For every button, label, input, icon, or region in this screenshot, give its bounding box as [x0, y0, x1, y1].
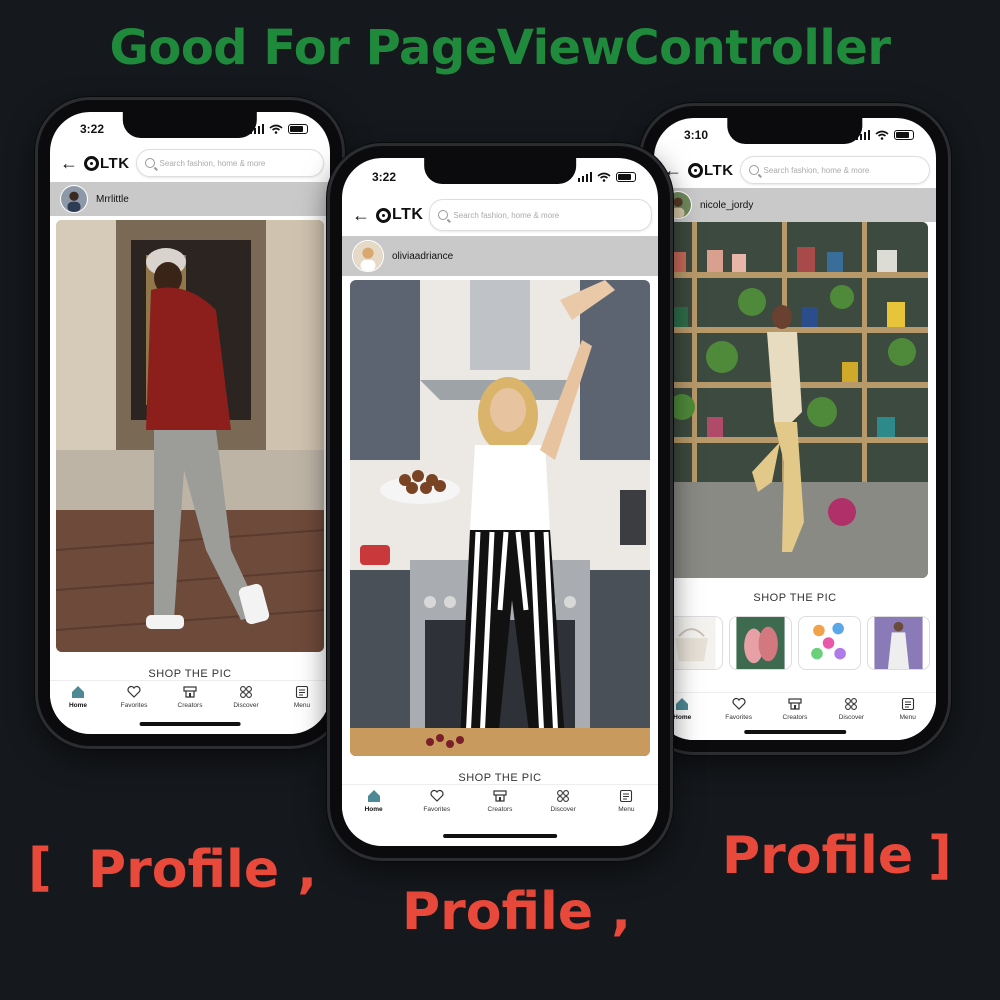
- shop-the-pic-label: SHOP THE PIC: [458, 772, 542, 782]
- search-icon: [144, 158, 155, 168]
- search-placeholder: Search fashion, home & more: [763, 165, 870, 175]
- creator-header[interactable]: nicole_jordy: [654, 188, 936, 222]
- menu-icon: [620, 789, 633, 803]
- status-time: 3:10: [684, 128, 709, 142]
- heart-icon: [430, 789, 444, 802]
- storefront-icon: [493, 790, 507, 802]
- grid-icon: [557, 790, 570, 802]
- product-thumb[interactable]: [867, 616, 930, 670]
- tab-menu[interactable]: Menu: [274, 685, 330, 728]
- tab-home[interactable]: Home: [342, 789, 405, 838]
- grid-icon: [845, 698, 858, 710]
- caption-right: Profile: [722, 826, 914, 886]
- back-arrow-icon[interactable]: ←: [352, 206, 370, 224]
- product-thumb[interactable]: [798, 616, 861, 670]
- tab-menu[interactable]: Menu: [880, 697, 936, 740]
- search-input[interactable]: Search fashion, home & more: [429, 199, 652, 231]
- caption-middle: Profile ,: [402, 882, 631, 942]
- tab-bar: Home Favorites Creators Discover Menu: [50, 680, 330, 728]
- creator-name[interactable]: nicole_jordy: [700, 200, 753, 211]
- creator-header[interactable]: Mrrlittle: [50, 182, 330, 216]
- headline: Good For PageViewController: [109, 20, 891, 76]
- status-time: 3:22: [80, 122, 105, 136]
- ltk-logo[interactable]: LTK: [376, 206, 423, 224]
- dress-image: [874, 617, 923, 669]
- post-photo[interactable]: [350, 280, 650, 756]
- caption-right-bracket: ]: [928, 826, 952, 886]
- menu-icon: [295, 685, 309, 699]
- search-input[interactable]: Search fashion, home & more: [739, 156, 930, 184]
- back-arrow-icon[interactable]: ←: [664, 161, 682, 179]
- home-icon: [367, 790, 380, 802]
- home-indicator: [443, 834, 557, 838]
- creator-name[interactable]: Mrrlittle: [96, 194, 129, 205]
- shop-the-pic-label: SHOP THE PIC: [148, 668, 232, 678]
- phone-center: 3:22 ← LTK Search fashion, home & more o…: [330, 146, 670, 858]
- search-input[interactable]: Search fashion, home & more: [135, 149, 324, 177]
- tab-home[interactable]: Home: [50, 685, 106, 728]
- product-thumbnails: [660, 616, 930, 670]
- post-photo[interactable]: [56, 220, 324, 652]
- product-thumb[interactable]: [729, 616, 792, 670]
- phone-left: 3:22 ← LTK Search fashion, home & more M…: [38, 100, 342, 746]
- flower-clips-image: [805, 617, 854, 669]
- wifi-icon: [597, 172, 611, 182]
- storefront-icon: [788, 698, 802, 710]
- kitchen-photo-image: [350, 280, 650, 756]
- sandals-image: [736, 617, 785, 669]
- handbag-image: [667, 617, 716, 669]
- ltk-logo[interactable]: LTK: [84, 155, 130, 172]
- storefront-icon: [183, 686, 197, 698]
- menu-icon: [901, 697, 914, 711]
- ltk-logo[interactable]: LTK: [688, 162, 734, 179]
- notch: [424, 158, 576, 184]
- notch: [122, 112, 258, 138]
- street-photo-image: [56, 220, 324, 652]
- tab-favorites[interactable]: Favorites: [405, 789, 468, 838]
- search-icon: [438, 210, 449, 220]
- post-photo[interactable]: [662, 222, 928, 578]
- battery-icon: [894, 130, 914, 140]
- search-icon: [748, 165, 759, 175]
- avatar[interactable]: [60, 185, 88, 213]
- plant-shop-photo-image: [662, 222, 928, 578]
- creator-name[interactable]: oliviaadriance: [392, 251, 453, 262]
- phone-left-screen: 3:22 ← LTK Search fashion, home & more M…: [50, 112, 330, 734]
- creator-header[interactable]: oliviaadriance: [342, 236, 658, 276]
- heart-icon: [127, 685, 141, 698]
- top-bar: ← LTK Search fashion, home & more: [342, 198, 658, 232]
- battery-icon: [616, 172, 636, 182]
- caption-left: Profile ,: [88, 840, 317, 900]
- status-time: 3:22: [372, 170, 397, 184]
- wifi-icon: [875, 130, 889, 140]
- signal-icon: [577, 172, 592, 182]
- avatar[interactable]: [352, 240, 384, 272]
- battery-icon: [288, 124, 308, 134]
- search-placeholder: Search fashion, home & more: [453, 210, 560, 220]
- phone-right-screen: 3:10 ← LTK Search fashion, home & more n…: [654, 118, 936, 740]
- grid-icon: [240, 686, 252, 698]
- phone-center-screen: 3:22 ← LTK Search fashion, home & more o…: [342, 158, 658, 846]
- tab-bar: Home Favorites Creators Discover Menu: [342, 784, 658, 838]
- caption-left-bracket: [: [28, 838, 52, 898]
- home-indicator: [744, 730, 846, 734]
- back-arrow-icon[interactable]: ←: [60, 154, 78, 172]
- shop-the-pic-label: SHOP THE PIC: [753, 592, 837, 604]
- tab-discover[interactable]: Discover: [532, 789, 595, 838]
- wifi-icon: [269, 124, 283, 134]
- heart-icon: [731, 697, 746, 710]
- home-icon: [72, 686, 84, 698]
- search-placeholder: Search fashion, home & more: [159, 158, 266, 168]
- top-bar: ← LTK Search fashion, home & more: [50, 148, 330, 178]
- phone-right: 3:10 ← LTK Search fashion, home & more n…: [642, 106, 948, 752]
- notch: [727, 118, 863, 144]
- top-bar: ← LTK Search fashion, home & more: [654, 154, 936, 186]
- tab-creators[interactable]: Creators: [468, 789, 531, 838]
- tab-menu[interactable]: Menu: [595, 789, 658, 838]
- home-indicator: [139, 722, 241, 726]
- home-icon: [676, 698, 689, 710]
